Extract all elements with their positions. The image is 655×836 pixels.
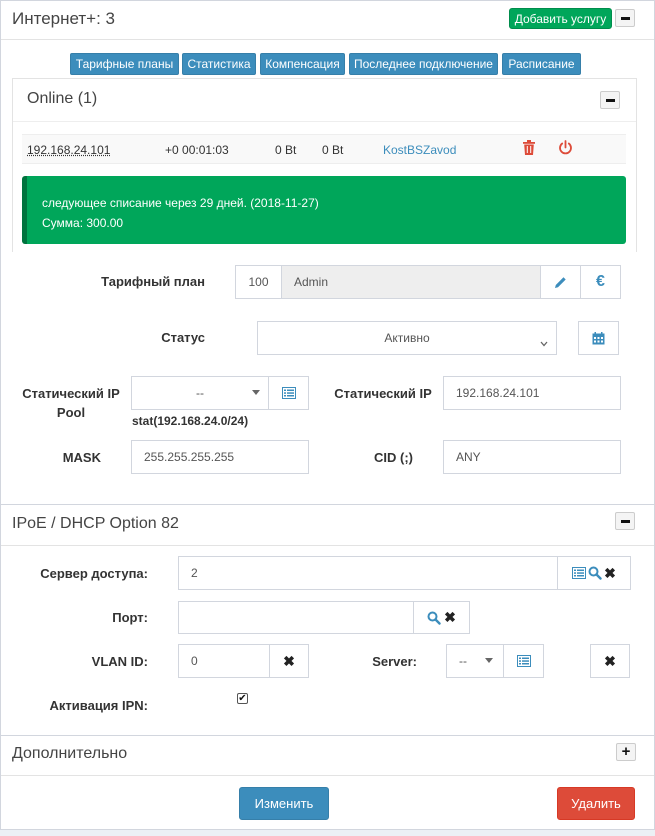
cid-label: CID (;): [374, 450, 413, 465]
list-icon[interactable]: [572, 567, 587, 579]
static-ip-pool-hint: stat(192.168.24.0/24): [132, 414, 249, 428]
port-input[interactable]: [178, 601, 414, 634]
checkmark-icon: ✔: [238, 692, 247, 704]
static-ip-pool-label: Статический IP Pool: [22, 386, 120, 420]
ipoe-header-divider: [1, 545, 654, 546]
tariff-name-field: Admin: [281, 265, 541, 299]
mask-input[interactable]: 255.255.255.255: [131, 440, 309, 474]
list-icon: [281, 387, 296, 399]
pool-list-button[interactable]: [268, 376, 309, 410]
delete-button[interactable]: Удалить: [557, 787, 635, 820]
static-ip-pool-select[interactable]: --: [131, 376, 269, 410]
ipoe-top-divider: [1, 504, 654, 505]
vlan-clear-button[interactable]: ✖: [269, 644, 309, 678]
server-select[interactable]: --: [446, 644, 504, 678]
clear-icon[interactable]: ✖: [444, 609, 456, 626]
extra-top-divider: [1, 735, 654, 736]
expand-extra-button[interactable]: +: [616, 743, 636, 761]
chevron-down-icon: [540, 335, 548, 350]
tab-statistics[interactable]: Статистика: [182, 53, 256, 75]
list-icon: [516, 655, 531, 667]
ipoe-section-title: IPoE / DHCP Option 82: [12, 515, 179, 532]
tab-tariff-plans[interactable]: Тарифные планы: [70, 53, 179, 75]
ipn-activation-label: Активация IPN:: [49, 698, 148, 713]
edit-tariff-button[interactable]: [540, 265, 581, 299]
collapse-ipoe-button[interactable]: [615, 512, 635, 530]
static-ip-input[interactable]: 192.168.24.101: [443, 376, 621, 410]
access-server-input[interactable]: 2: [178, 556, 558, 590]
server-value: --: [459, 654, 467, 668]
power-off-icon[interactable]: [558, 140, 573, 158]
add-service-button[interactable]: Добавить услугу: [509, 8, 612, 29]
header-divider: [1, 39, 654, 40]
online-title: Online (1): [27, 90, 98, 107]
internet-service-panel: Интернет+: 3 Добавить услугу Тарифные пл…: [0, 0, 655, 830]
port-label: Порт:: [112, 610, 148, 625]
minus-icon: [620, 519, 630, 523]
access-server-actions: ✖: [557, 556, 631, 590]
caret-down-icon: [485, 658, 493, 663]
tab-schedule[interactable]: Расписание: [502, 53, 581, 75]
panel-title: Интернет+: 3: [12, 9, 116, 28]
status-value: Активно: [384, 331, 430, 345]
cid-input[interactable]: ANY: [443, 440, 621, 474]
status-select[interactable]: Активно: [257, 321, 557, 355]
calendar-icon: [592, 331, 605, 344]
ipn-activation-checkbox[interactable]: ✔: [237, 693, 248, 704]
static-ip-pool-value: --: [196, 386, 204, 400]
charge-amount-text: Сумма: 300.00: [42, 216, 124, 230]
status-calendar-button[interactable]: [578, 321, 619, 355]
minus-icon: [620, 16, 630, 20]
change-button[interactable]: Изменить: [239, 787, 329, 820]
session-traffic-out: 0 Bt: [322, 143, 344, 157]
mask-label: MASK: [62, 450, 101, 465]
session-traffic-in: 0 Bt: [275, 143, 297, 157]
online-divider: [13, 121, 636, 122]
clear-icon: ✖: [283, 652, 295, 669]
server-list-button[interactable]: [503, 644, 544, 678]
static-ip-label: Статический IP: [334, 386, 432, 401]
tariff-plan-label: Тарифный план: [101, 274, 205, 289]
vlan-id-label: VLAN ID:: [91, 654, 148, 669]
billing-alert: следующее списание через 29 дней. (2018-…: [22, 176, 626, 244]
clear-icon: ✖: [604, 652, 616, 669]
session-user-link[interactable]: KostBSZavod: [383, 143, 456, 157]
port-actions: ✖: [413, 601, 470, 634]
session-duration: +0 00:01:03: [165, 143, 229, 157]
minus-icon: [605, 98, 615, 102]
tab-last-connection[interactable]: Последнее подключение: [349, 53, 498, 75]
session-ip-link[interactable]: 192.168.24.101: [27, 143, 110, 157]
server-label: Server:: [372, 654, 417, 669]
search-icon[interactable]: [588, 566, 602, 580]
footer-divider: [1, 775, 654, 776]
collapse-online-button[interactable]: [600, 91, 620, 109]
server-clear-button[interactable]: ✖: [590, 644, 630, 678]
caret-down-icon: [252, 390, 260, 395]
access-server-label: Сервер доступа:: [40, 566, 148, 581]
tab-compensation[interactable]: Компенсация: [260, 53, 345, 75]
extra-section-title: Дополнительно: [12, 745, 128, 762]
search-icon[interactable]: [427, 611, 441, 625]
tariff-id-field: 100: [235, 265, 282, 299]
collapse-panel-button[interactable]: [615, 9, 635, 27]
trash-icon[interactable]: [522, 140, 536, 158]
status-label: Статус: [161, 330, 205, 345]
pencil-icon: [555, 276, 566, 288]
vlan-id-input[interactable]: 0: [178, 644, 270, 678]
clear-icon[interactable]: ✖: [604, 565, 616, 582]
next-charge-text: следующее списание через 29 дней. (2018-…: [42, 196, 319, 210]
plus-icon: +: [621, 743, 631, 760]
euro-icon[interactable]: €: [580, 265, 621, 299]
